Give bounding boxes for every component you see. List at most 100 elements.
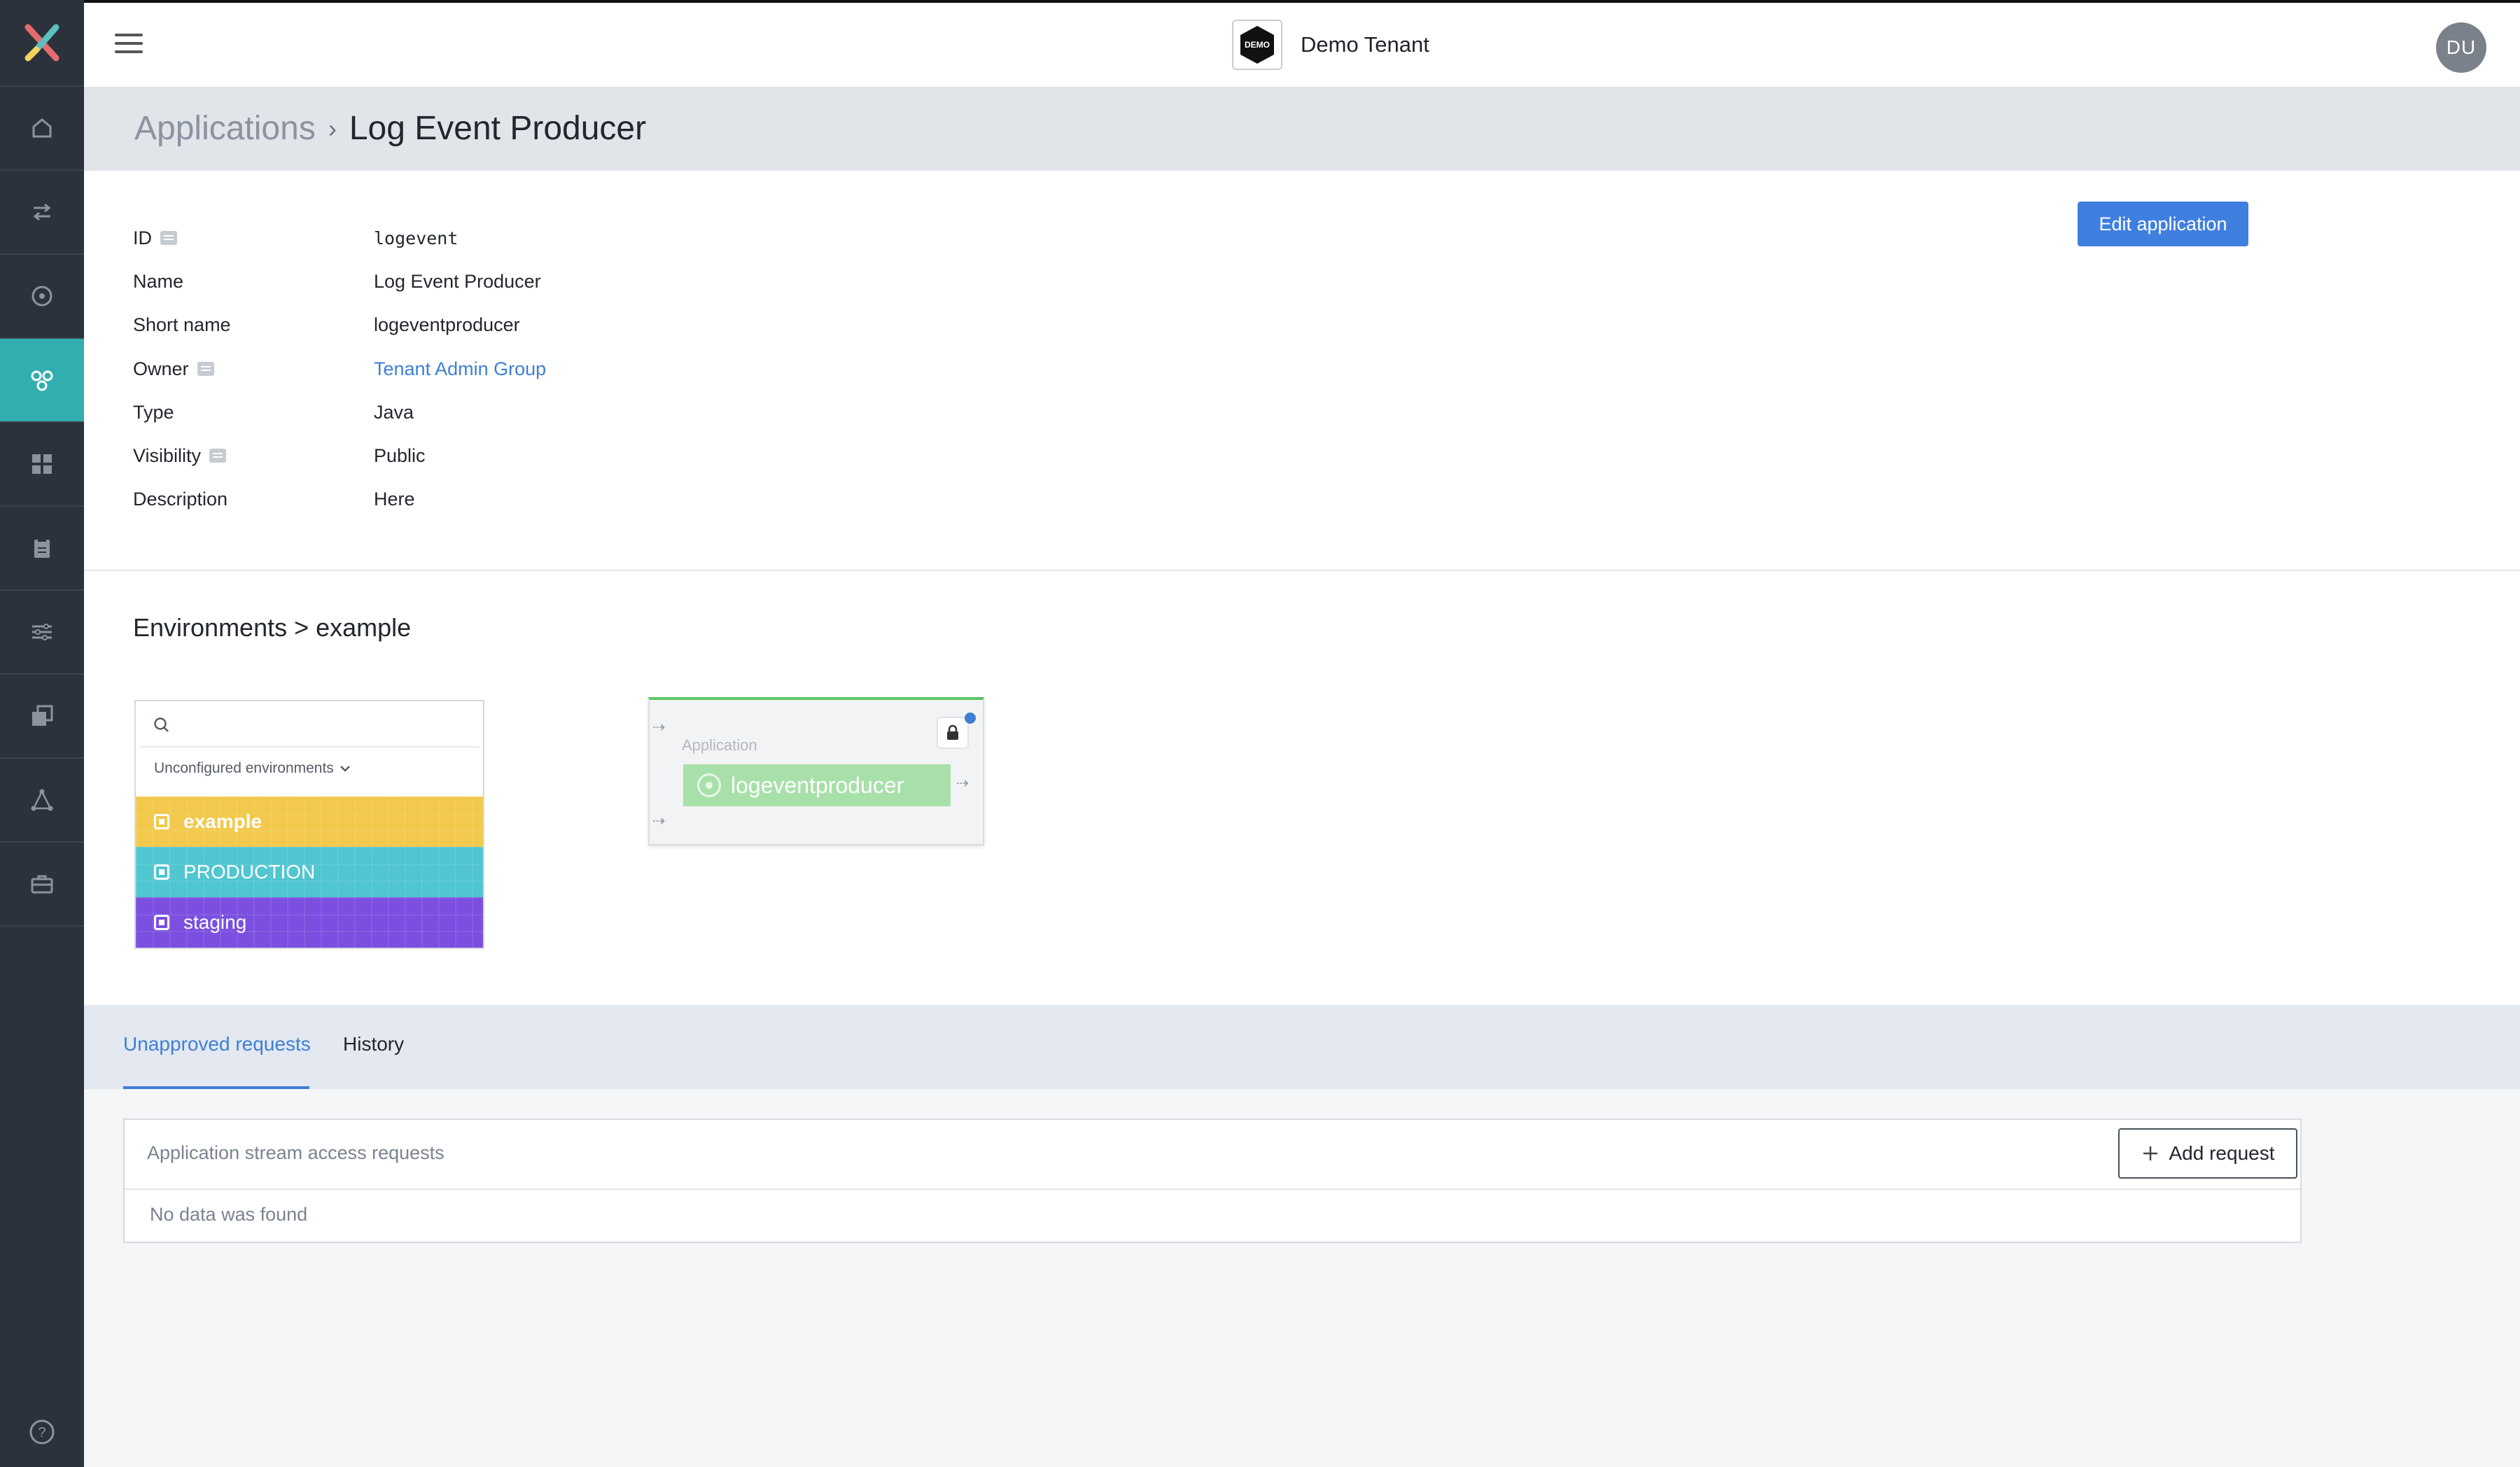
- detail-label: Short name: [133, 314, 231, 335]
- input-port-arrow-icon: ⇢: [652, 718, 666, 736]
- plus-icon: [2143, 1146, 2157, 1160]
- applications-icon: [31, 370, 53, 391]
- empty-state-message: No data was found: [150, 1204, 308, 1225]
- detail-label: Visibility: [133, 444, 202, 466]
- environment-icon: [154, 864, 169, 880]
- network-icon: [31, 789, 53, 811]
- nav-home[interactable]: [0, 87, 84, 171]
- lock-icon[interactable]: [937, 717, 969, 749]
- application-node-label: Application: [682, 736, 757, 754]
- application-node-chip[interactable]: logeventproducer: [683, 764, 951, 806]
- help-icon: ?: [29, 1419, 55, 1445]
- top-bar: DEMO Demo Tenant DU: [84, 0, 2520, 87]
- clipboard-icon: [34, 538, 50, 558]
- app-logo-icon: [24, 24, 59, 62]
- detail-row-owner: Owner Tenant Admin Group: [133, 355, 546, 383]
- detail-row-description: Description Here: [133, 485, 415, 513]
- environment-icon: [154, 915, 169, 930]
- copy-icon: [32, 705, 53, 726]
- stream-access-requests-table: Application stream access requests Add r…: [123, 1118, 2302, 1243]
- info-icon[interactable]: [197, 362, 214, 376]
- detail-label: Description: [133, 488, 228, 510]
- hexagon-logo-icon: DEMO: [1240, 26, 1274, 64]
- active-tab-indicator: [123, 1086, 309, 1089]
- application-node-icon: [697, 773, 721, 797]
- environment-filter-label: Unconfigured environments: [154, 760, 334, 776]
- tenant-name: Demo Tenant: [1301, 32, 1429, 57]
- detail-value: Public: [374, 444, 426, 466]
- output-port-arrow-icon: ⇢: [955, 774, 969, 792]
- add-request-button[interactable]: Add request: [2118, 1128, 2297, 1179]
- detail-label: Type: [133, 401, 174, 423]
- chevron-right-icon: ›: [328, 113, 337, 143]
- detail-value: logevent: [374, 227, 458, 248]
- environments-title: Environments > example: [133, 613, 412, 642]
- owner-link[interactable]: Tenant Admin Group: [374, 358, 546, 380]
- breadcrumb: Applications › Log Event Producer: [134, 109, 646, 148]
- page-header: Applications › Log Event Producer: [84, 87, 2520, 171]
- add-request-label: Add request: [2169, 1142, 2275, 1164]
- nav-processors[interactable]: [0, 255, 84, 339]
- tenant-logo: DEMO: [1232, 20, 1282, 70]
- nav-dashboards[interactable]: [0, 423, 84, 507]
- detail-row-name: Name Log Event Producer: [133, 267, 541, 295]
- application-details: ID logevent Name Log Event Producer Shor…: [84, 171, 2520, 571]
- environments-section: Environments > example Unconfigured envi…: [84, 571, 2520, 1005]
- detail-label: Name: [133, 270, 184, 292]
- nav-copies[interactable]: [0, 675, 84, 759]
- nav-applications[interactable]: [0, 339, 84, 423]
- arrows-icon: [33, 203, 51, 221]
- environment-item-example[interactable]: example: [136, 796, 483, 847]
- environment-name: example: [183, 810, 262, 832]
- environment-list: Unconfigured environments example PRODUC…: [134, 700, 484, 949]
- detail-value: logeventproducer: [374, 314, 520, 335]
- environment-name: staging: [183, 911, 247, 933]
- app-logo[interactable]: [0, 0, 84, 87]
- breadcrumb-applications-link[interactable]: Applications: [134, 109, 316, 148]
- target-icon: [31, 286, 52, 307]
- briefcase-icon: [31, 875, 53, 894]
- user-avatar[interactable]: DU: [2436, 22, 2486, 73]
- nav-streams[interactable]: [0, 171, 84, 255]
- nav-requests[interactable]: [0, 507, 84, 591]
- info-icon[interactable]: [209, 449, 227, 463]
- status-dot: [965, 713, 976, 724]
- input-port-dashed-arrow-icon: ⇢: [652, 812, 666, 829]
- tab-unapproved-requests[interactable]: Unapproved requests: [123, 1033, 311, 1055]
- environment-icon: [154, 814, 169, 829]
- menu-icon[interactable]: [115, 34, 143, 56]
- environment-search-input[interactable]: [140, 704, 479, 747]
- environment-filter-dropdown[interactable]: Unconfigured environments: [154, 760, 351, 777]
- detail-row-short-name: Short name logeventproducer: [133, 311, 520, 339]
- sidebar: ?: [0, 0, 84, 1467]
- table-title: Application stream access requests: [147, 1142, 444, 1163]
- nav-toolbox[interactable]: [0, 843, 84, 927]
- tenant-switcher[interactable]: DEMO Demo Tenant: [1232, 20, 1429, 70]
- application-node-card[interactable]: ⇢ ⇢ ⇢ Application logeventproducer: [648, 697, 984, 845]
- grid-icon: [32, 454, 52, 474]
- table-header: Application stream access requests Add r…: [125, 1120, 2300, 1190]
- request-tabs: Unapproved requests History: [84, 1005, 2520, 1089]
- detail-value: Java: [374, 401, 414, 423]
- detail-value: Log Event Producer: [374, 270, 541, 292]
- tab-history[interactable]: History: [343, 1033, 404, 1055]
- nav-topology[interactable]: [0, 759, 84, 843]
- help-button[interactable]: ?: [0, 1404, 84, 1460]
- detail-row-id: ID logevent: [133, 224, 458, 252]
- detail-row-type: Type Java: [133, 398, 414, 426]
- chevron-down-icon: [340, 766, 350, 772]
- environment-item-staging[interactable]: staging: [136, 897, 483, 948]
- detail-label: Owner: [133, 358, 189, 379]
- search-icon: [154, 717, 169, 732]
- application-node-name: logeventproducer: [731, 772, 904, 798]
- info-icon[interactable]: [160, 231, 177, 245]
- environment-name: PRODUCTION: [183, 861, 316, 883]
- detail-row-visibility: Visibility Public: [133, 442, 426, 470]
- environment-item-production[interactable]: PRODUCTION: [136, 847, 483, 897]
- detail-value: Here: [374, 488, 415, 510]
- svg-text:DEMO: DEMO: [1245, 40, 1270, 50]
- edit-application-button[interactable]: Edit application: [2078, 202, 2248, 246]
- page-title: Log Event Producer: [349, 110, 647, 147]
- detail-label: ID: [133, 227, 152, 248]
- nav-settings[interactable]: [0, 591, 84, 675]
